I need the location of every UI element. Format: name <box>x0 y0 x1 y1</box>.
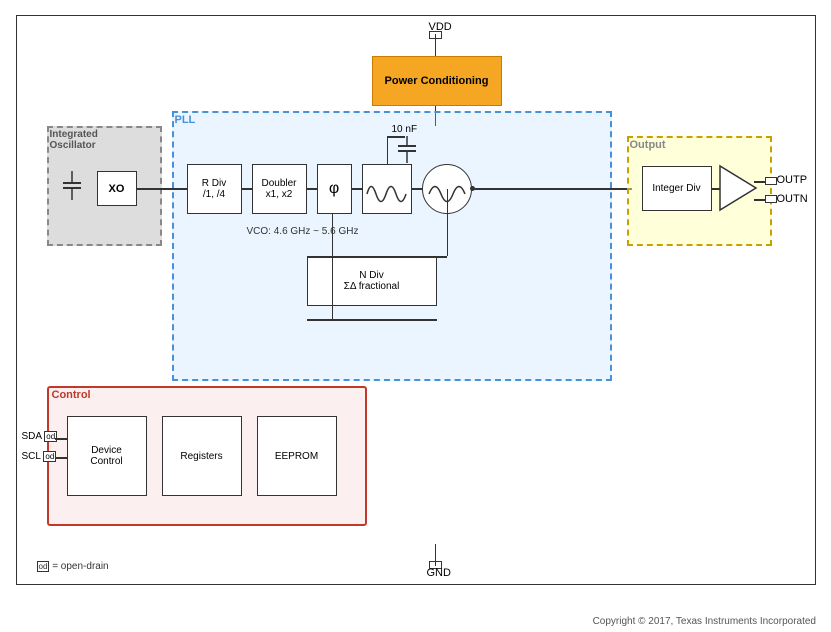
vco-ndiv-hline2 <box>437 256 447 258</box>
vco-ndiv-vline <box>447 189 449 256</box>
pll-label: PLL <box>175 114 196 126</box>
vco-output-line <box>472 188 632 190</box>
ndiv-block: N Div ΣΔ fractional <box>307 256 437 306</box>
outp-label: OUTP <box>777 174 808 186</box>
device-control-label: Device Control <box>90 445 122 467</box>
scl-ctrl-hline <box>55 457 67 459</box>
doubler-label: Doubler x1, x2 <box>261 178 296 200</box>
control-label: Control <box>52 389 91 401</box>
cap-top-line <box>387 136 389 164</box>
registers-label: Registers <box>180 451 222 462</box>
phi-bottom-vline <box>332 213 334 256</box>
eeprom-block: EEPROM <box>257 416 337 496</box>
oscillator-label: Integrated Oscillator <box>50 129 98 151</box>
gnd-label: GND <box>427 567 451 579</box>
scl-label: SCL od <box>22 451 57 462</box>
outp-connector <box>765 177 777 185</box>
vdd-line <box>435 34 437 56</box>
power-conditioning-label: Power Conditioning <box>385 75 489 87</box>
rdiv-label: R Div /1, /4 <box>202 178 226 200</box>
doubler-phi-line <box>307 188 317 190</box>
outn-connector <box>765 195 777 203</box>
gnd-line <box>435 544 437 566</box>
cap-top-hline <box>387 136 405 138</box>
ndiv-sublabel: ΣΔ fractional <box>344 281 400 292</box>
capacitor-symbol <box>60 171 85 206</box>
outn-label: OUTN <box>777 193 808 205</box>
phi-label: φ <box>329 180 339 198</box>
doubler-block: Doubler x1, x2 <box>252 164 307 214</box>
diagram-container: VDD Power Conditioning PLL Integrated Os… <box>16 15 816 585</box>
power-conditioning-block: Power Conditioning <box>372 56 502 106</box>
sda-od-badge: od <box>44 431 57 442</box>
sda-label: SDA od <box>22 431 58 442</box>
phase-detector-block: φ <box>317 164 352 214</box>
copyright-text: Copyright © 2017, Texas Instruments Inco… <box>593 616 816 627</box>
sda-ctrl-hline <box>55 438 67 440</box>
legend-text: = open-drain <box>52 561 108 572</box>
ndiv-top-hline <box>307 256 437 258</box>
legend: od = open-drain <box>37 561 109 572</box>
phi-lpf-line <box>352 188 362 190</box>
vdd-label: VDD <box>429 21 452 33</box>
registers-block: Registers <box>162 416 242 496</box>
output-label: Output <box>630 139 666 151</box>
xo-block: XO <box>97 171 137 206</box>
cap-10nf-symbol <box>395 136 420 164</box>
eeprom-label: EEPROM <box>275 451 318 462</box>
rdiv-block: R Div /1, /4 <box>187 164 242 214</box>
rdiv-doubler-line <box>242 188 252 190</box>
lpf-block <box>362 164 412 214</box>
outn-line <box>754 199 765 201</box>
ndiv-label: N Div <box>359 270 383 281</box>
buffer-triangle <box>720 166 760 210</box>
legend-od-badge: od <box>37 561 50 572</box>
xo-rdiv-line <box>137 188 187 190</box>
cap-10nf-label: 10 nF <box>392 124 418 135</box>
pll-block <box>172 111 612 381</box>
integer-div-block: Integer Div <box>642 166 712 211</box>
outp-line <box>754 181 765 183</box>
lpf-svg <box>365 174 409 204</box>
device-control-block: Device Control <box>67 416 147 496</box>
ndiv-phi-vline <box>332 256 334 321</box>
lpf-vco-line <box>412 188 422 190</box>
xo-label: XO <box>109 183 125 195</box>
ndiv-phi-bottom <box>307 319 437 321</box>
vco-range-label: VCO: 4.6 GHz ~ 5.6 GHz <box>247 226 359 237</box>
integer-div-label: Integer Div <box>652 183 700 194</box>
